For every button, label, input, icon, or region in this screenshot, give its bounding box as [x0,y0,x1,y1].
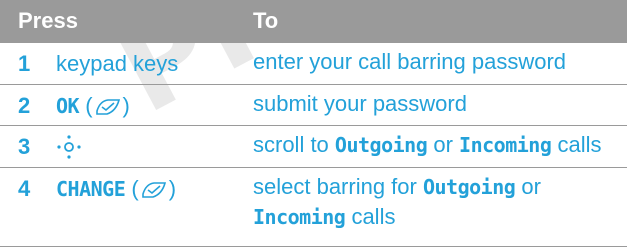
step-number: 4 [18,176,31,201]
action-text-part: or [515,174,541,199]
table-row: 4 CHANGE () select barring for Outgoing … [0,168,627,247]
press-cell: OK () [56,93,130,123]
table-row: 2 OK () submit your password [0,85,627,126]
step-number: 1 [18,51,31,76]
incoming-label: Incoming [459,133,552,157]
action-text: submit your password [253,91,467,116]
paren-close: ) [168,176,177,201]
table-header: Press To [0,0,627,43]
header-to: To [253,8,279,33]
right-softkey-icon [93,97,123,123]
ok-key-label: OK [56,94,80,118]
action-text: select barring for Outgoing or Incoming … [253,172,613,232]
action-text: enter your call barring password [253,49,567,74]
action-text-part: calls [345,204,396,229]
step-number: 2 [18,93,31,118]
step-number: 3 [18,134,31,159]
incoming-label: Incoming [253,205,346,229]
change-key-label: CHANGE [56,177,126,201]
action-text: scroll to Outgoing or Incoming calls [253,130,613,160]
action-text-part: scroll to [253,132,335,157]
table-row: 3 scroll to Outgoing or Incoming calls [0,126,627,168]
action-text-part: select barring for [253,174,423,199]
press-text: keypad keys [56,51,179,76]
action-text-part: calls [551,132,602,157]
table-row: 1 keypad keys enter your call barring pa… [0,43,627,85]
paren-open: ( [79,93,93,118]
header-press: Press [18,8,78,33]
right-softkey-icon [139,180,169,206]
instruction-table: Press To 1 keypad keys enter your call b… [0,0,627,247]
action-text-part: or [427,132,460,157]
press-cell: CHANGE () [56,176,176,206]
press-cell [56,134,82,166]
paren-open: ( [125,176,139,201]
outgoing-label: Outgoing [422,175,516,199]
paren-close: ) [122,93,130,118]
outgoing-label: Outgoing [334,133,428,157]
navigation-key-icon [56,134,82,166]
